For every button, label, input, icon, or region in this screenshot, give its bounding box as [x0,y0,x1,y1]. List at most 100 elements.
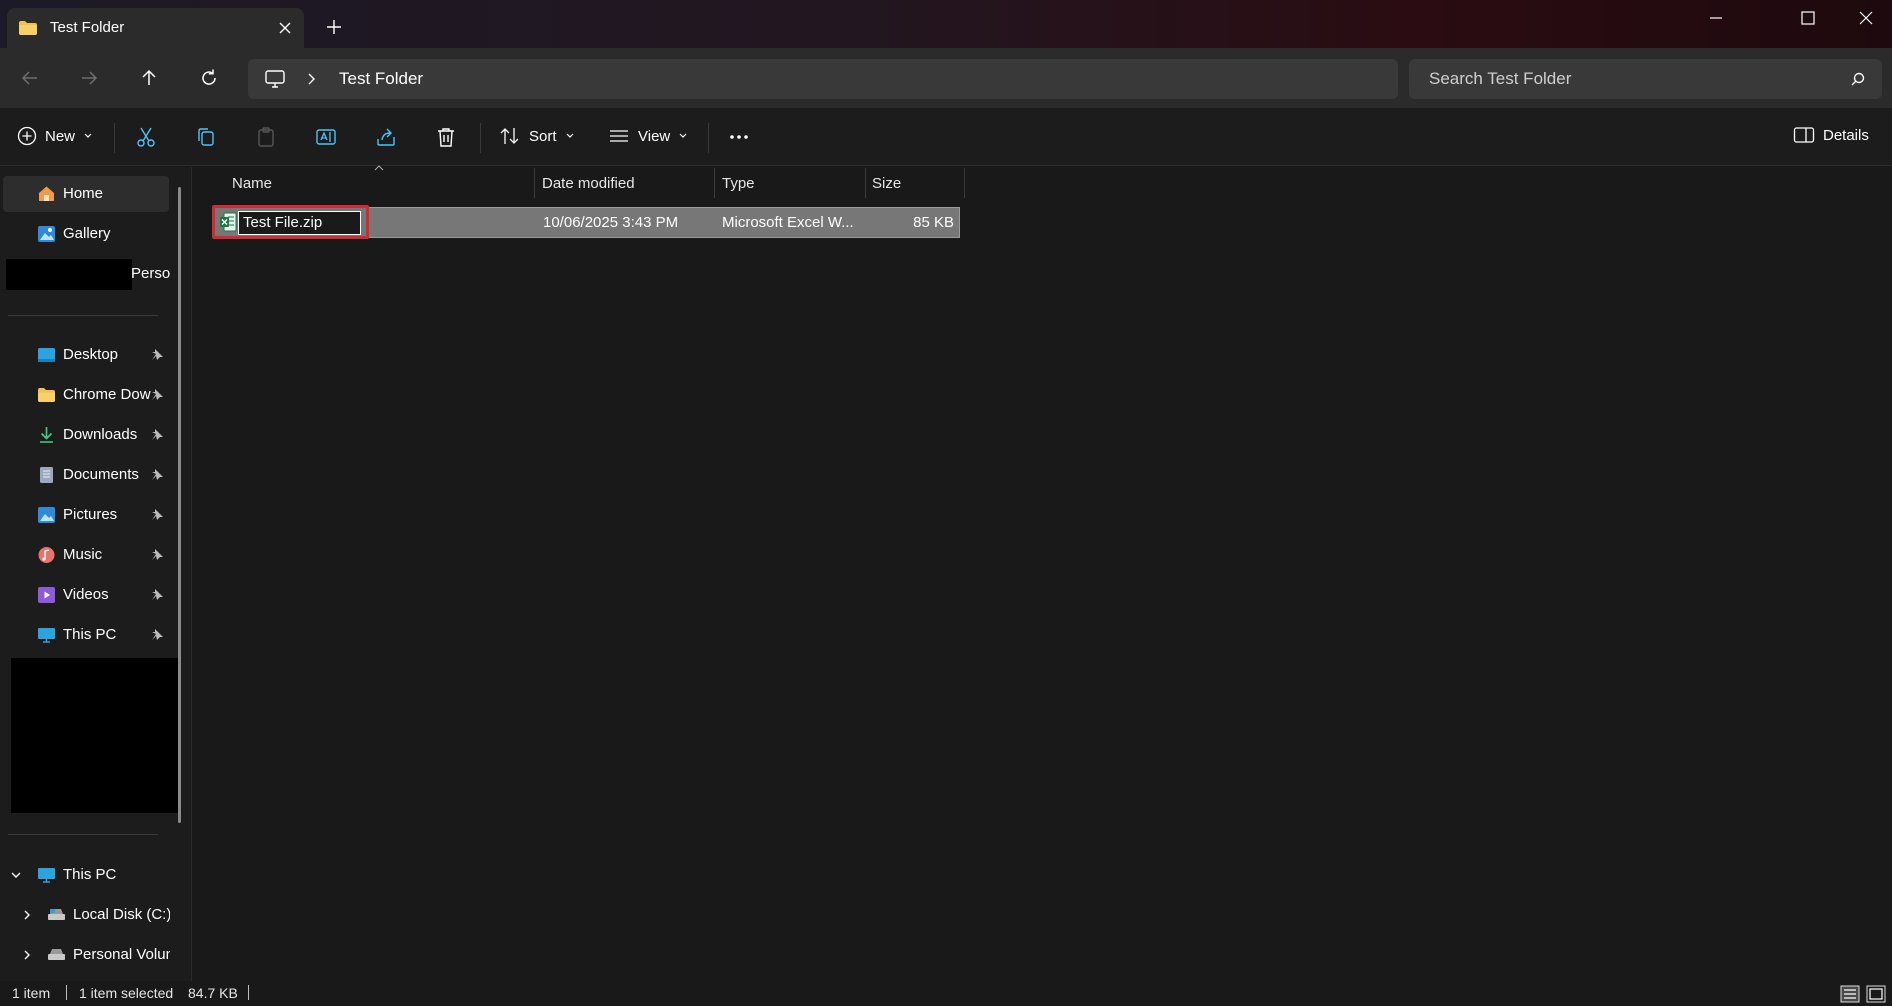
pin-icon[interactable] [150,388,164,402]
copy-icon[interactable] [194,125,218,149]
sidebar-item-music[interactable]: Music [0,537,170,573]
column-divider[interactable] [964,168,965,198]
sidebar-item-chrome-downloads[interactable]: Chrome Dow [0,377,170,413]
folder-icon [38,388,55,402]
monitor-icon[interactable] [264,69,286,89]
home-icon [39,186,54,201]
sidebar-item-label: Videos [63,586,109,603]
selected-count: 1 item selected [79,985,174,1001]
sort-label: Sort [529,127,557,145]
title-bar: Test Folder [0,0,1892,48]
cut-icon[interactable] [134,125,158,149]
sidebar-item-desktop[interactable]: Desktop [0,337,170,373]
sidebar-item-label: Personal Volun [73,946,170,963]
sort-icon [500,128,519,144]
selected-size: 84.7 KB [188,985,238,1001]
search-input[interactable]: Search Test Folder [1409,59,1882,99]
paste-icon[interactable] [254,125,278,149]
sidebar-item-downloads[interactable]: Downloads [0,417,170,453]
column-header-size[interactable]: Size [872,175,901,192]
more-options-icon[interactable] [727,125,751,149]
sidebar-item-local-disk[interactable]: Local Disk (C:) [0,897,170,933]
sidebar-item-personal-volume[interactable]: Personal Volun [0,937,170,973]
sidebar-item-this-pc-pinned[interactable]: This PC [0,617,170,653]
divider [248,985,249,1000]
documents-icon [40,467,53,483]
chevron-right-icon[interactable] [22,909,32,921]
sidebar-item-label: Gallery [63,225,111,242]
redacted-block [6,259,132,290]
address-bar[interactable]: Test Folder [248,59,1398,99]
pc-icon [38,628,55,643]
sidebar-item-pictures[interactable]: Pictures [0,497,170,533]
refresh-icon[interactable] [197,66,221,90]
column-divider[interactable] [865,168,866,198]
sidebar-item-this-pc[interactable]: This PC [0,857,170,893]
sidebar-item-label: Perso [131,265,170,282]
divider [114,123,115,153]
breadcrumb-test-folder[interactable]: Test Folder [339,69,423,89]
tab-title: Test Folder [50,19,125,36]
search-icon[interactable] [1850,71,1866,87]
delete-icon[interactable] [434,125,458,149]
pc-icon [38,868,55,883]
pin-icon[interactable] [150,468,164,482]
item-count: 1 item [12,985,51,1001]
sort-ascending-icon [374,165,384,171]
desktop-icon [38,348,55,362]
chevron-down-icon [679,133,687,138]
gallery-icon [38,226,55,242]
details-button[interactable]: Details [1793,126,1869,144]
view-button[interactable]: View [608,126,688,146]
back-arrow-icon[interactable] [18,66,42,90]
downloads-icon [40,427,53,443]
up-arrow-icon[interactable] [137,66,161,90]
sidebar-item-label: Documents [63,466,139,483]
chevron-right-icon[interactable] [22,949,32,961]
sidebar-item-videos[interactable]: Videos [0,577,170,613]
pin-icon[interactable] [150,348,164,362]
chevron-down-icon[interactable] [10,870,22,880]
chevron-down-icon [566,133,573,138]
minimize-icon[interactable] [1696,6,1736,30]
maximize-icon[interactable] [1788,6,1828,30]
column-divider[interactable] [714,168,715,198]
chevron-right-icon[interactable] [306,72,316,86]
tiles-view-icon[interactable] [1866,985,1886,1003]
pin-icon[interactable] [150,548,164,562]
music-icon [38,547,55,563]
pin-icon[interactable] [150,428,164,442]
navigation-pane: Home Gallery Perso Desktop Chrome Dow Do… [0,167,192,981]
column-divider[interactable] [534,168,535,198]
sidebar-item-home[interactable]: Home [3,176,169,212]
drive-icon [48,909,65,920]
rename-icon[interactable] [314,125,338,149]
sidebar-scrollbar[interactable] [178,187,181,823]
tab-test-folder[interactable]: Test Folder [7,8,304,48]
pin-icon[interactable] [150,588,164,602]
forward-arrow-icon[interactable] [77,66,101,90]
sidebar-item-personal[interactable]: Perso [0,256,170,292]
sidebar-item-documents[interactable]: Documents [0,457,170,493]
details-view-icon[interactable] [1840,985,1860,1003]
column-header-date-modified[interactable]: Date modified [542,175,635,192]
new-tab-icon[interactable] [325,18,343,36]
close-window-icon[interactable] [1846,6,1886,30]
folder-icon [19,21,37,35]
column-header-name[interactable]: Name [232,175,272,192]
pin-icon[interactable] [150,628,164,642]
column-header-type[interactable]: Type [722,175,755,192]
file-type: Microsoft Excel W... [722,214,854,231]
divider [8,834,158,835]
sidebar-item-label: Desktop [63,346,119,363]
sort-button[interactable]: Sort [499,126,575,146]
pin-icon[interactable] [150,508,164,522]
sidebar-item-gallery[interactable]: Gallery [0,216,170,252]
file-date-modified: 10/06/2025 3:43 PM [543,214,679,231]
navigation-bar: Test Folder Search Test Folder [0,48,1892,108]
divider [480,123,481,153]
close-tab-icon[interactable] [275,18,295,38]
details-label: Details [1823,126,1869,144]
new-button[interactable]: New [17,126,93,146]
share-icon[interactable] [374,125,398,149]
